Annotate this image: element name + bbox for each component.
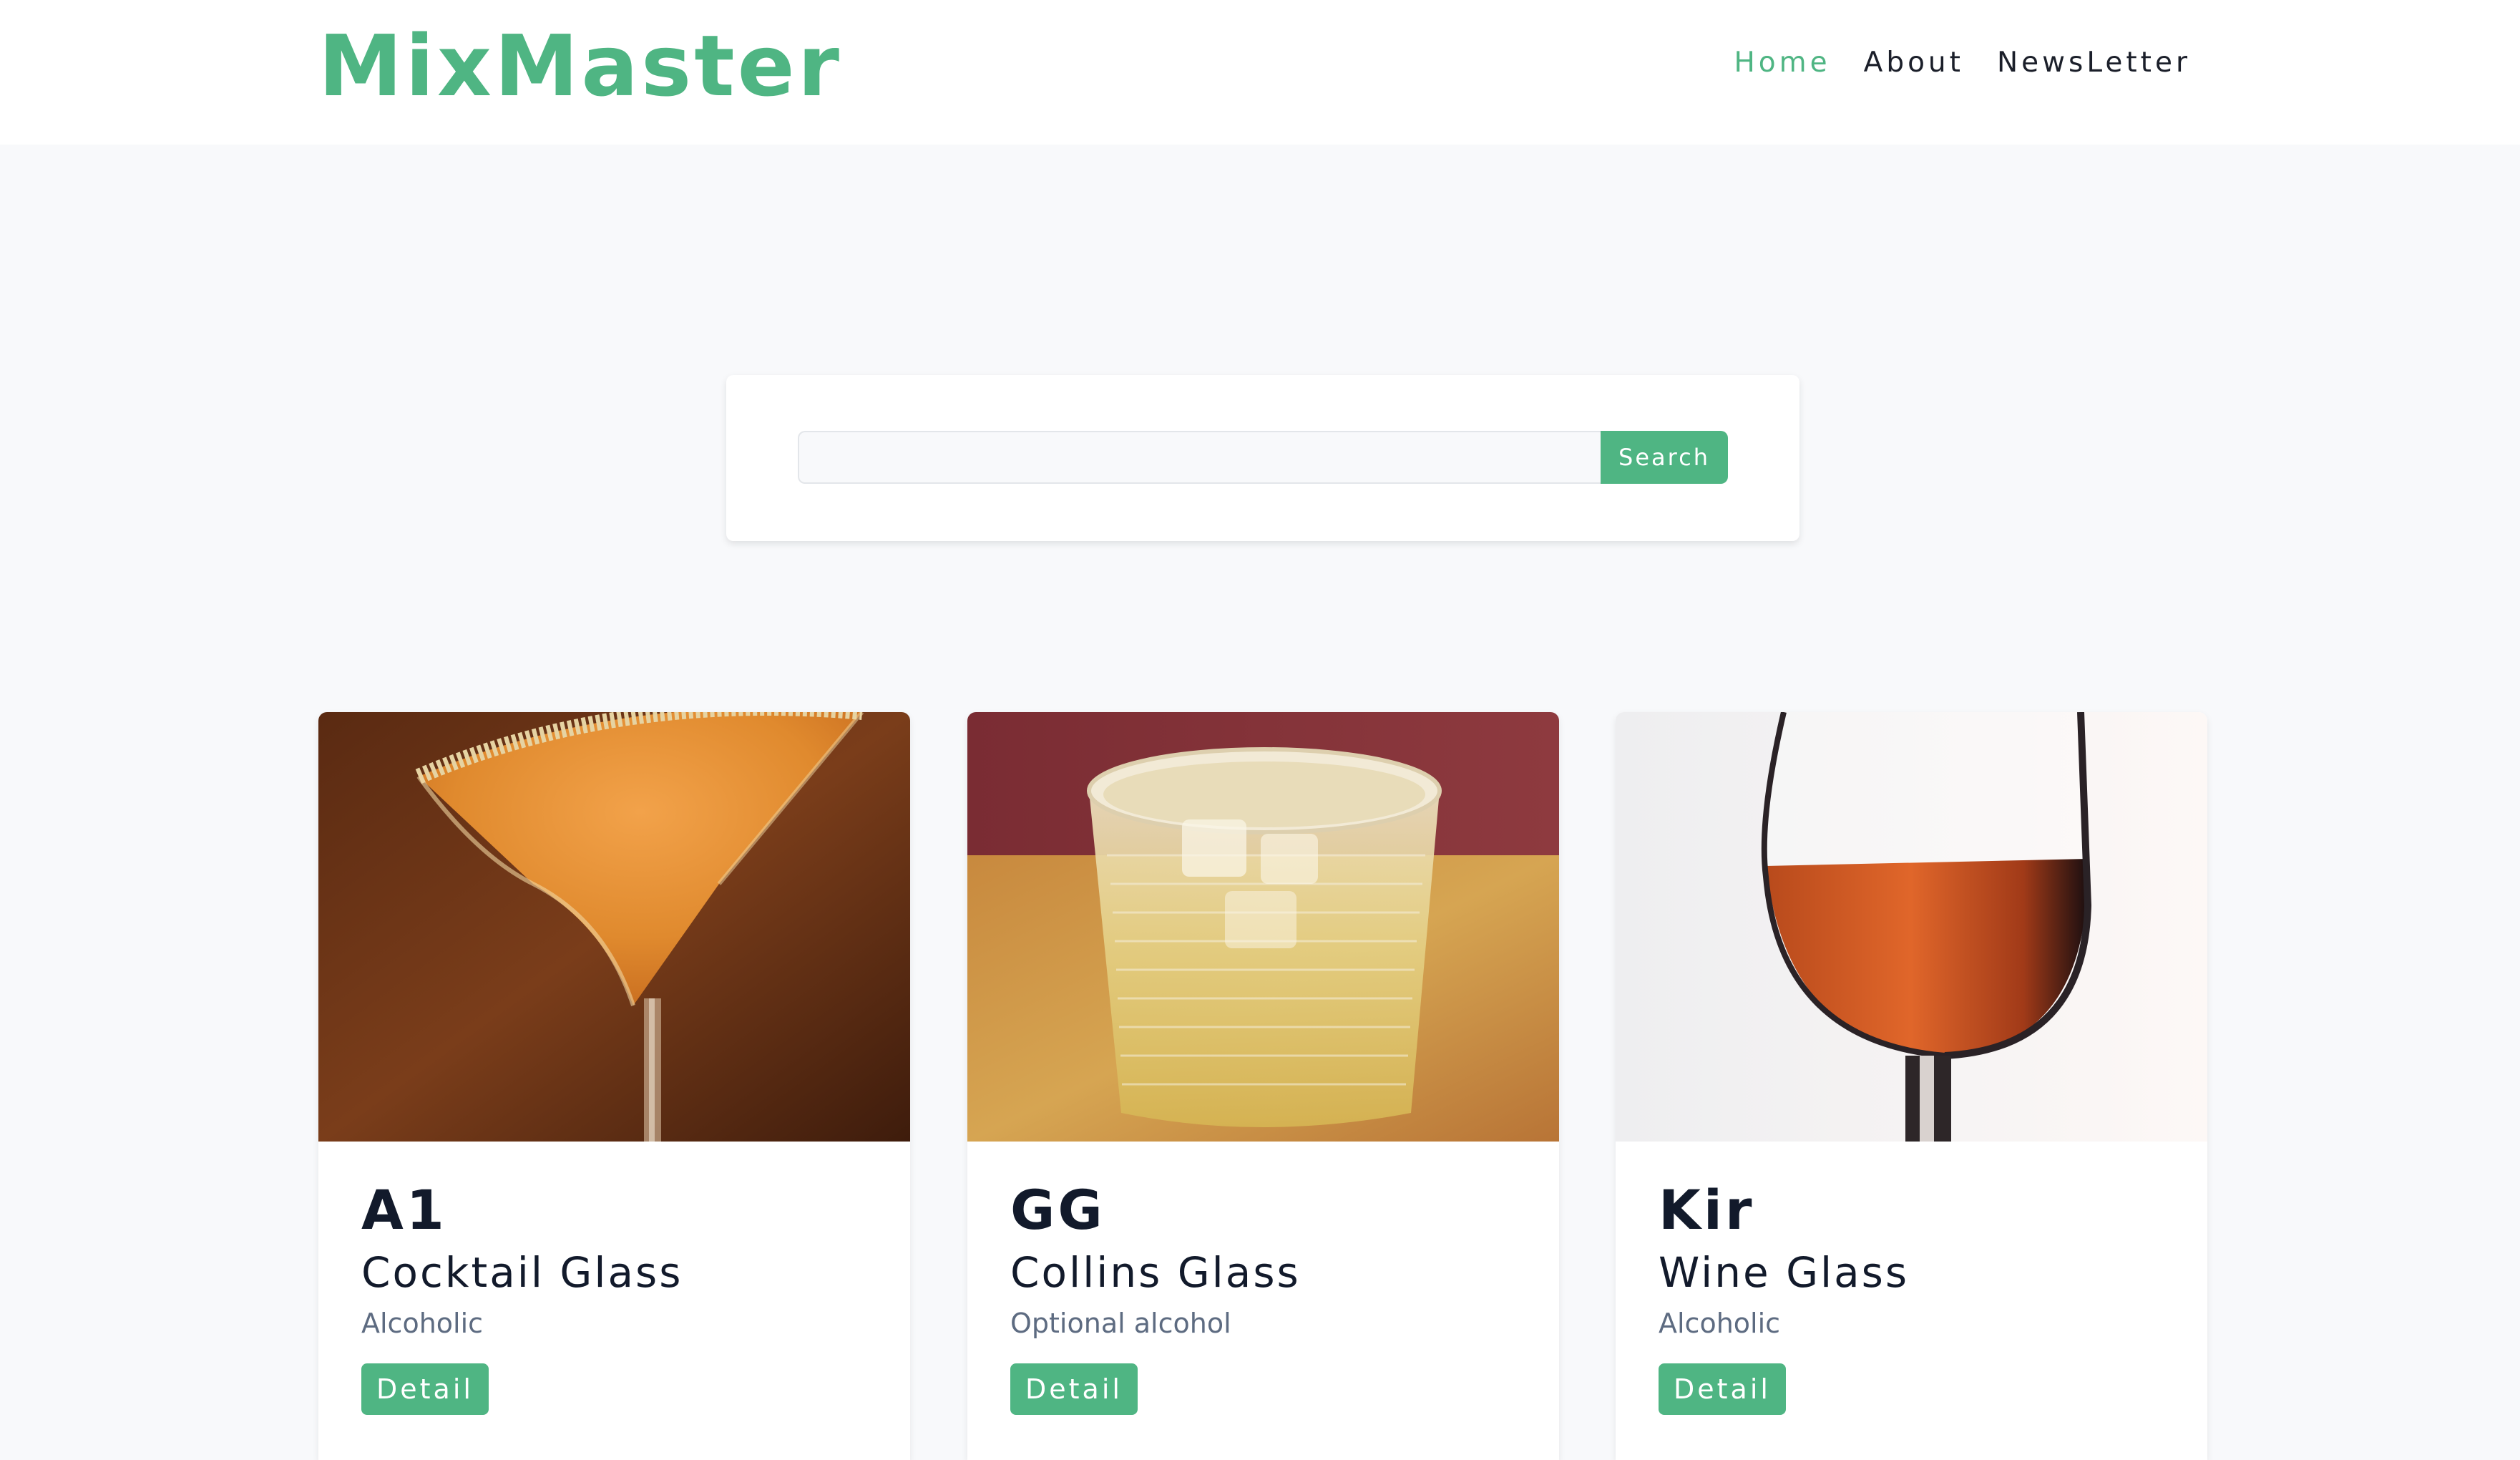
- card-body: Kir Wine Glass Alcoholic Detail: [1659, 1177, 1910, 1415]
- tumbler-drink-illustration: [967, 712, 1559, 1142]
- cocktail-name: GG: [1010, 1178, 1105, 1242]
- search-button[interactable]: Search: [1601, 431, 1728, 484]
- cocktail-name: Kir: [1659, 1178, 1755, 1242]
- nav-link-about[interactable]: About: [1864, 42, 1964, 84]
- search-card: Search: [726, 375, 1799, 541]
- cocktail-name: A1: [361, 1178, 447, 1242]
- cocktail-card: GG Collins Glass Optional alcohol Detail: [967, 712, 1559, 1460]
- cocktail-glass: Wine Glass: [1659, 1248, 1910, 1297]
- card-body: GG Collins Glass Optional alcohol Detail: [1010, 1177, 1301, 1415]
- cocktail-image-gg: [967, 712, 1559, 1142]
- search-input[interactable]: [798, 431, 1601, 484]
- cocktail-image-kir: [1616, 712, 2207, 1142]
- wine-glass-illustration: [1616, 712, 2207, 1142]
- cocktail-card: Kir Wine Glass Alcoholic Detail: [1616, 712, 2207, 1460]
- brand-logo[interactable]: MixMaster: [318, 16, 842, 116]
- cocktail-alcoholic: Alcoholic: [361, 1308, 484, 1339]
- nav-link-home[interactable]: Home: [1734, 42, 1830, 84]
- nav-links: Home About NewsLetter: [1734, 42, 2191, 84]
- cocktail-card: A1 Cocktail Glass Alcoholic Detail: [318, 712, 910, 1460]
- detail-button[interactable]: Detail: [1010, 1363, 1138, 1415]
- detail-button[interactable]: Detail: [1659, 1363, 1786, 1415]
- orange-cocktail-illustration: [318, 712, 910, 1142]
- cocktail-alcoholic: Alcoholic: [1659, 1308, 1781, 1339]
- nav-link-newsletter[interactable]: NewsLetter: [1997, 42, 2191, 84]
- cocktail-glass: Collins Glass: [1010, 1248, 1301, 1297]
- cocktail-alcoholic: Optional alcohol: [1010, 1308, 1231, 1339]
- card-body: A1 Cocktail Glass Alcoholic Detail: [361, 1177, 683, 1415]
- navbar: MixMaster Home About NewsLetter: [0, 0, 2520, 145]
- cocktail-glass: Cocktail Glass: [361, 1248, 683, 1297]
- cocktail-image-a1: [318, 712, 910, 1142]
- detail-button[interactable]: Detail: [361, 1363, 489, 1415]
